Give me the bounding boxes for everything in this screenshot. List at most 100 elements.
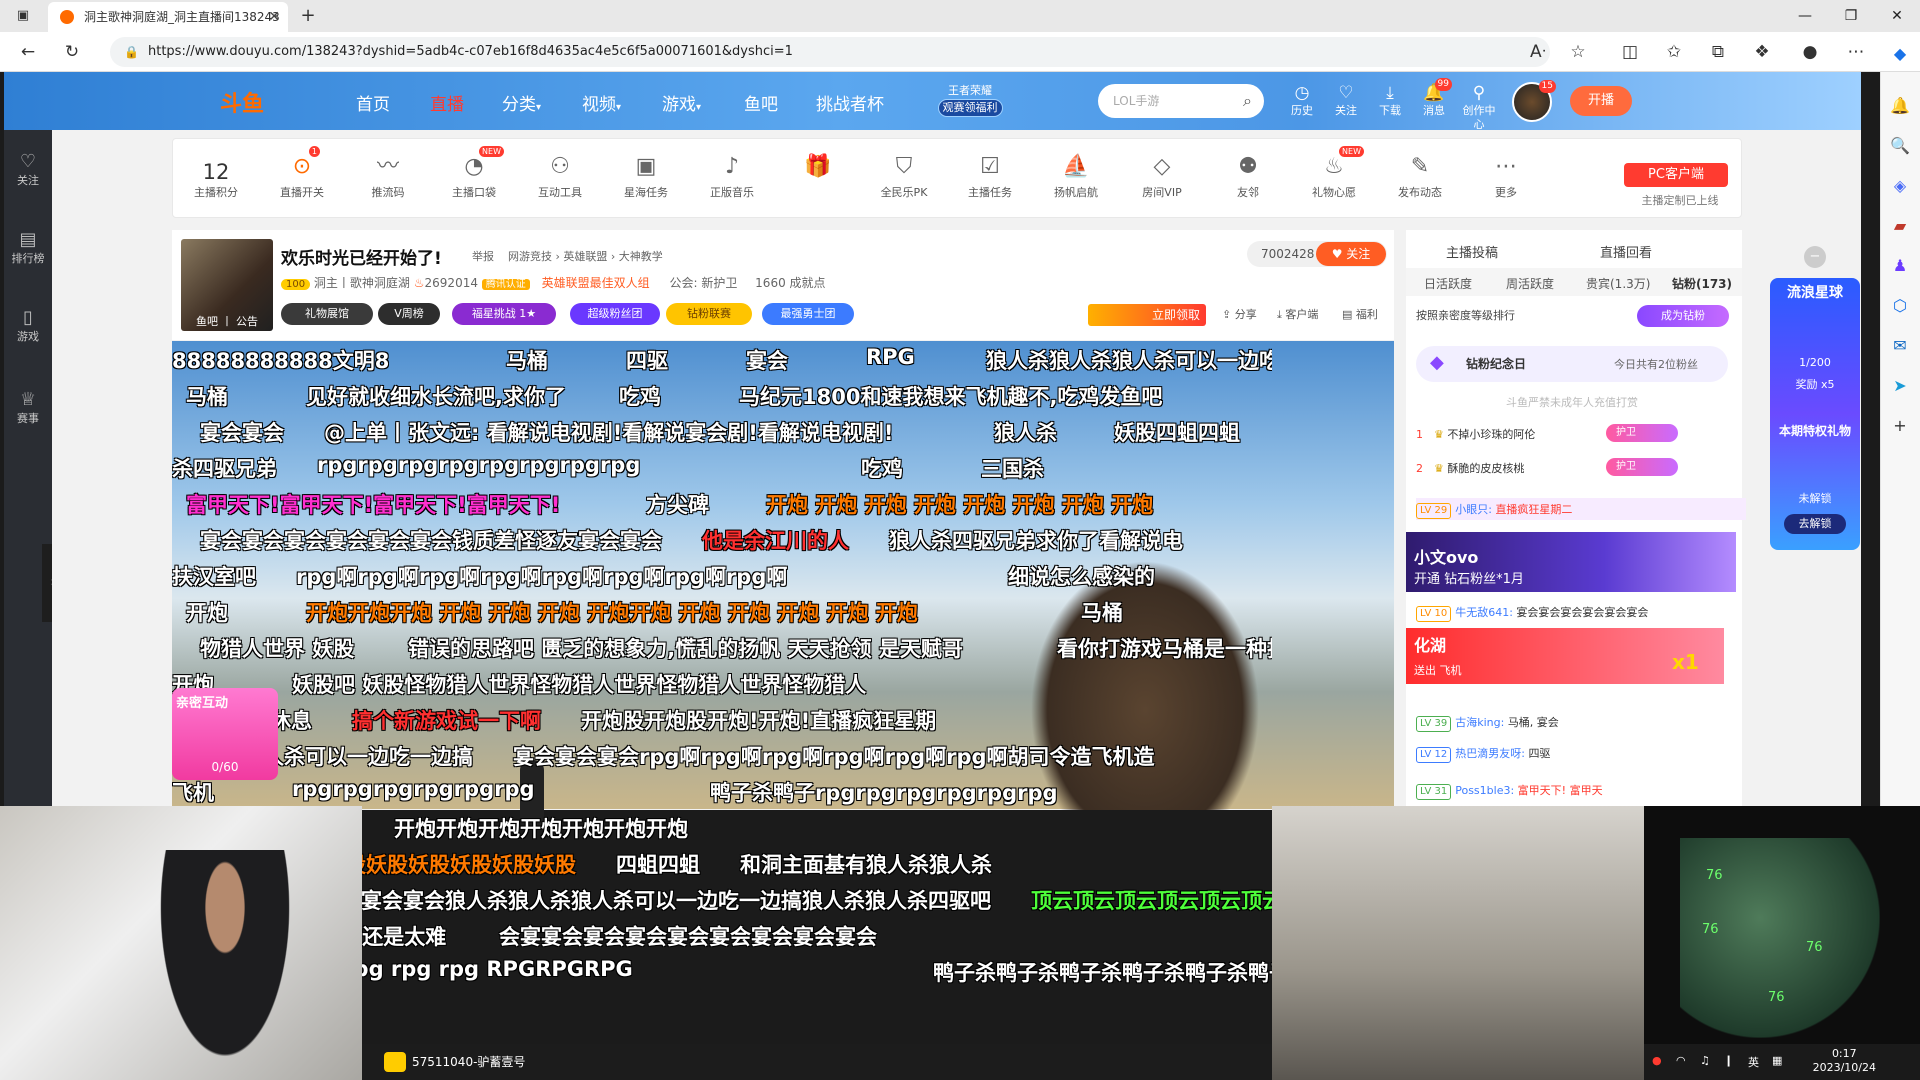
search-icon[interactable]: ⌕: [1243, 84, 1252, 118]
pc-client-button[interactable]: PC客户端: [1624, 163, 1728, 187]
download-button[interactable]: ⤓ 下载: [1370, 82, 1410, 118]
nav-live[interactable]: 直播: [430, 90, 464, 115]
honor-of-kings-promo[interactable]: 王者荣耀 观赛领福利: [930, 83, 1010, 119]
split-screen-icon[interactable]: ◫: [1616, 38, 1644, 66]
nav-challenger-cup[interactable]: 挑战者杯: [816, 90, 884, 115]
wifi-icon[interactable]: ◠: [1676, 1054, 1686, 1067]
history-button[interactable]: ◷ 历史: [1282, 82, 1322, 118]
client-button[interactable]: ⤓ 客户端: [1277, 306, 1318, 322]
anchor-name[interactable]: 洞主丨歌神洞庭湖: [314, 276, 410, 290]
category-breadcrumb[interactable]: 网游竞技 › 英雄联盟 › 大神教学: [508, 248, 663, 264]
follow-list-button[interactable]: ♡ 关注: [1326, 82, 1366, 118]
back-icon[interactable]: ←: [14, 38, 42, 66]
tab-replay[interactable]: 直播回看: [1600, 242, 1652, 261]
tool-neighbors[interactable]: ⚉ 友邻: [1210, 150, 1286, 200]
collapse-promo-icon[interactable]: −: [1804, 246, 1826, 268]
become-diamond-fan-button[interactable]: 成为钻粉: [1637, 305, 1729, 327]
messages-button[interactable]: 🔔 99 消息: [1414, 78, 1454, 118]
extensions-icon[interactable]: ❖: [1748, 38, 1776, 66]
chip-diamond-league[interactable]: 钻粉联赛: [666, 303, 752, 325]
sidebar-item-games[interactable]: ▯ 游戏: [4, 306, 52, 344]
tool-star-sea-task[interactable]: ▣ 星海任务: [608, 150, 684, 200]
chip-lucky-challenge[interactable]: 福星挑战 1★: [452, 303, 556, 325]
collections-icon[interactable]: ⧉: [1704, 38, 1732, 66]
user-avatar[interactable]: 15: [1512, 80, 1556, 122]
toolbox-icon[interactable]: ▰: [1884, 210, 1916, 242]
read-aloud-icon[interactable]: Aᐧ: [1524, 38, 1552, 66]
games-icon[interactable]: ♟: [1884, 250, 1916, 282]
url-field[interactable]: 🔒 https://www.douyu.com/138243?dyshid=5ad…: [110, 37, 1550, 67]
shopping-icon[interactable]: ◈: [1884, 170, 1916, 202]
sidebar-item-follow[interactable]: ♡ 关注: [4, 150, 52, 188]
chip-gift-gallery[interactable]: 礼物展馆: [281, 303, 373, 325]
room-thumbnail[interactable]: 鱼吧 丨 公告: [181, 239, 273, 331]
tool-anchor-task[interactable]: ☑ 主播任务: [952, 150, 1028, 200]
anchor-score[interactable]: 12 主播积分: [178, 160, 254, 200]
close-tab-icon[interactable]: ✕: [268, 2, 280, 32]
subtab-diamond-fans[interactable]: 钻粉(173): [1672, 275, 1732, 292]
rank-row[interactable]: 1 ♛ 不掉小珍珠的阿伦 护卫: [1416, 424, 1736, 444]
new-tab-icon[interactable]: +: [296, 4, 320, 28]
guild-info[interactable]: 公会: 新护卫: [669, 276, 737, 290]
tool-room-vip[interactable]: ◇ 房间VIP: [1124, 150, 1200, 200]
douyu-logo[interactable]: 斗鱼: [220, 86, 264, 118]
search-input[interactable]: LOL手游 ⌕: [1098, 84, 1264, 118]
more-menu-icon[interactable]: ⋯: [1842, 38, 1870, 66]
volume-icon[interactable]: ♫: [1700, 1054, 1710, 1067]
tool-music[interactable]: ♪ 正版音乐: [694, 150, 770, 200]
subtab-vip[interactable]: 贵宾(1.3万): [1586, 275, 1650, 292]
share-button[interactable]: ⇪ 分享: [1222, 306, 1257, 322]
tool-pocket[interactable]: ◔ NEW 主播口袋: [436, 146, 512, 200]
wandering-planet-promo[interactable]: 流浪星球 1/200 奖励 x5 本期特权礼物 未解锁 去解锁: [1770, 278, 1860, 550]
ime-indicator[interactable]: 英: [1748, 1054, 1759, 1070]
favorites-icon[interactable]: ✩: [1660, 38, 1688, 66]
chip-strongest-team[interactable]: 最强勇士团: [762, 303, 854, 325]
add-sidebar-icon[interactable]: +: [1884, 410, 1916, 442]
browser-tab[interactable]: 洞主歌神洞庭湖_洞主直播间138243 ✕: [48, 2, 288, 32]
tool-gift-wish[interactable]: ♨ NEW 礼物心愿: [1296, 146, 1372, 200]
nav-games[interactable]: 游戏▾: [662, 90, 701, 115]
rank-row[interactable]: 2 ♛ 酥脆的皮皮核桃 护卫: [1416, 458, 1736, 478]
tab-actions-icon[interactable]: ▣: [8, 4, 38, 28]
gift-box-claim[interactable]: 立即领取: [1088, 304, 1206, 326]
tool-post[interactable]: ✎ 发布动态: [1382, 150, 1458, 200]
subtab-weekly[interactable]: 周活跃度: [1506, 275, 1554, 292]
start-broadcast-button[interactable]: 开播: [1570, 86, 1632, 116]
chat-user[interactable]: 牛无敌641:: [1455, 606, 1513, 619]
nav-video[interactable]: 视频▾: [582, 90, 621, 115]
subtab-daily[interactable]: 日活跃度: [1424, 275, 1472, 292]
outlook-icon[interactable]: ✉: [1884, 330, 1916, 362]
tab-anchor-posts[interactable]: 主播投稿: [1446, 242, 1498, 261]
chat-user[interactable]: Poss1ble3:: [1455, 784, 1514, 797]
favorite-star-icon[interactable]: ☆: [1564, 38, 1592, 66]
clock[interactable]: 0:17 2023/10/24: [1813, 1047, 1876, 1075]
chat-user[interactable]: 古海king:: [1455, 716, 1504, 729]
search-sidebar-icon[interactable]: 🔍: [1884, 130, 1916, 162]
app-tray-icon[interactable]: ●: [1652, 1054, 1662, 1067]
tool-live-switch[interactable]: ⊙ 1 直播开关: [264, 146, 340, 200]
chat-user[interactable]: 热巴滴男友呀:: [1455, 747, 1525, 760]
keyboard-icon[interactable]: ▦: [1772, 1054, 1782, 1067]
tool-stream-key[interactable]: 〰推流码: [350, 150, 426, 200]
close-window-icon[interactable]: ✕: [1874, 0, 1920, 32]
nav-category[interactable]: 分类▾: [502, 90, 541, 115]
microsoft-365-icon[interactable]: ⬡: [1884, 290, 1916, 322]
intimacy-interaction-badge[interactable]: 亲密互动 0/60: [172, 688, 278, 780]
refresh-icon[interactable]: ↻: [58, 38, 86, 66]
tool-sail[interactable]: ⛵ 扬帆启航: [1038, 150, 1114, 200]
nav-fishbar[interactable]: 鱼吧: [744, 90, 778, 115]
tool-more[interactable]: ⋯ 更多: [1468, 150, 1544, 200]
unlock-button[interactable]: 去解锁: [1784, 514, 1846, 534]
creator-center-button[interactable]: ⚲ 创作中心: [1458, 82, 1500, 132]
sidebar-item-events[interactable]: ♕ 赛事: [4, 388, 52, 426]
chip-v-weekly[interactable]: V周榜: [378, 303, 440, 325]
sidebar-item-rankings[interactable]: ▤ 排行榜: [4, 228, 52, 266]
profile-icon[interactable]: ●: [1796, 38, 1824, 66]
diamond-memorial-banner[interactable]: ◆ 钻粉纪念日 今日共有2位粉丝: [1416, 346, 1728, 382]
notification-bell-icon[interactable]: 🔔: [1884, 90, 1916, 122]
report-link[interactable]: 举报: [472, 248, 494, 264]
tool-pk[interactable]: ⛉ 全民乐PK: [866, 150, 942, 200]
tool-gift[interactable]: 🎁: [780, 150, 856, 184]
chat-user[interactable]: 小眼只:: [1455, 503, 1492, 516]
mic-icon[interactable]: ❙: [1724, 1054, 1733, 1067]
